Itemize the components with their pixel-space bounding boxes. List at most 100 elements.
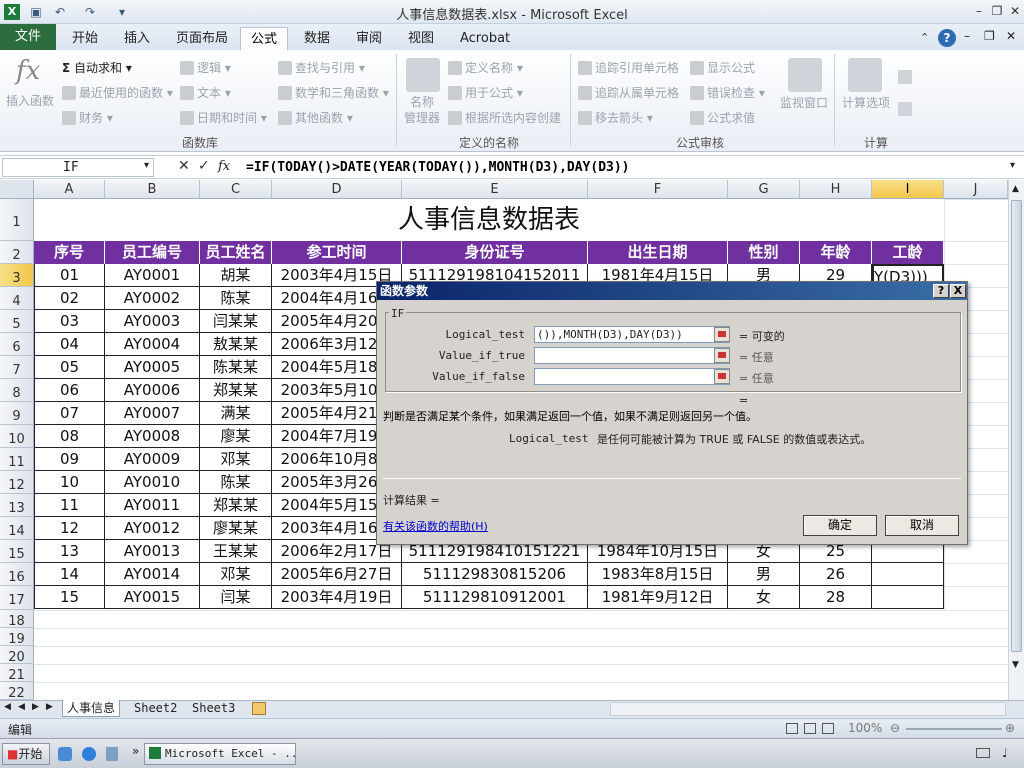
table-cell[interactable]: 郑某某	[200, 494, 272, 517]
table-cell[interactable]: 郑某某	[200, 379, 272, 402]
function-help-link[interactable]: 有关该函数的帮助(H)	[383, 518, 488, 534]
row-header[interactable]: 16	[0, 563, 34, 586]
tray-volume-icon[interactable]: ♩	[1002, 746, 1008, 760]
row-header[interactable]: 8	[0, 379, 34, 402]
table-cell[interactable]: AY0006	[105, 379, 200, 402]
table-cell[interactable]: AY0015	[105, 586, 200, 609]
sheet-tab-sheet2[interactable]: Sheet2	[130, 700, 181, 717]
text-button[interactable]: 文本 ▾	[180, 84, 231, 101]
table-cell[interactable]: 09	[34, 448, 105, 471]
table-cell[interactable]: 511129810912001	[402, 586, 588, 609]
row-header[interactable]: 18	[0, 610, 34, 629]
table-cell[interactable]: AY0013	[105, 540, 200, 563]
table-cell[interactable]: AY0009	[105, 448, 200, 471]
column-header[interactable]: F	[588, 180, 728, 199]
cancel-formula-icon[interactable]: ✕	[178, 158, 190, 174]
table-cell[interactable]: 2003年4月19日	[272, 586, 402, 609]
column-header[interactable]: D	[272, 180, 402, 199]
table-cell[interactable]: 闫某某	[200, 310, 272, 333]
table-cell[interactable]: AY0010	[105, 471, 200, 494]
name-box-dropdown-icon[interactable]: ▾	[144, 160, 149, 171]
row-header[interactable]: 6	[0, 333, 34, 356]
table-header-cell[interactable]: 员工姓名	[200, 241, 272, 264]
table-cell[interactable]: 15	[34, 586, 105, 609]
table-cell[interactable]: 女	[728, 586, 800, 609]
table-header-cell[interactable]: 工龄	[872, 241, 944, 264]
collapse-dialog-icon[interactable]	[714, 369, 730, 384]
fx-icon[interactable]: fx	[218, 159, 230, 174]
page-layout-view-icon[interactable]	[804, 723, 816, 734]
help-icon[interactable]: ?	[938, 29, 956, 47]
table-header-cell[interactable]: 员工编号	[105, 241, 200, 264]
table-cell[interactable]: 闫某	[200, 586, 272, 609]
tab-insert[interactable]: 插入	[114, 27, 160, 50]
column-header[interactable]: C	[200, 180, 272, 199]
table-cell[interactable]: AY0011	[105, 494, 200, 517]
table-cell[interactable]: 511129830815206	[402, 563, 588, 586]
insert-function-icon[interactable]: fx	[16, 56, 40, 86]
zoom-slider[interactable]	[906, 728, 1002, 730]
cancel-button[interactable]: 取消	[885, 515, 959, 536]
define-name-button[interactable]: 定义名称 ▾	[448, 59, 523, 76]
name-box[interactable]: IF	[2, 158, 154, 177]
insert-function-button[interactable]: 插入函数	[6, 92, 54, 109]
zoom-out-icon[interactable]: ⊖	[890, 721, 900, 735]
horizontal-scrollbar[interactable]	[610, 702, 1006, 716]
table-header-cell[interactable]: 身份证号	[402, 241, 588, 264]
collapse-dialog-icon[interactable]	[714, 348, 730, 363]
table-cell[interactable]: 满某	[200, 402, 272, 425]
formula-input[interactable]: =IF(TODAY()>DATE(YEAR(TODAY()),MONTH(D3)…	[246, 158, 1006, 178]
zoom-level[interactable]: 100%	[848, 721, 882, 735]
autosum-button[interactable]: Σ 自动求和 ▾	[62, 59, 132, 76]
row-header[interactable]: 15	[0, 540, 34, 563]
sheet-tab-personnel[interactable]: 人事信息	[62, 700, 121, 717]
row-header[interactable]: 7	[0, 356, 34, 379]
row-header[interactable]: 14	[0, 517, 34, 540]
table-header-cell[interactable]: 序号	[34, 241, 105, 264]
row-header[interactable]: 4	[0, 287, 34, 310]
row-header[interactable]: 13	[0, 494, 34, 517]
table-cell[interactable]: AY0012	[105, 517, 200, 540]
dialog-close-button[interactable]: X	[950, 284, 966, 298]
table-header-cell[interactable]: 性别	[728, 241, 800, 264]
column-header[interactable]: J	[944, 180, 1008, 199]
table-cell[interactable]: 26	[800, 563, 872, 586]
start-button[interactable]: ■开始	[2, 743, 50, 765]
table-cell[interactable]: 08	[34, 425, 105, 448]
tab-file[interactable]: 文件	[0, 24, 56, 50]
dialog-help-button[interactable]: ?	[933, 284, 949, 298]
table-cell[interactable]: AY0003	[105, 310, 200, 333]
tab-formulas[interactable]: 公式	[240, 27, 289, 50]
table-cell[interactable]: AY0001	[105, 264, 200, 287]
tab-acrobat[interactable]: Acrobat	[450, 27, 520, 50]
table-cell[interactable]: 2005年6月27日	[272, 563, 402, 586]
table-cell[interactable]: 04	[34, 333, 105, 356]
tab-review[interactable]: 审阅	[346, 27, 392, 50]
table-cell[interactable]	[872, 563, 944, 586]
table-cell[interactable]: 廖某	[200, 425, 272, 448]
tray-keyboard-icon[interactable]	[976, 748, 990, 758]
column-header[interactable]: I	[872, 180, 944, 199]
scroll-thumb[interactable]	[1011, 200, 1022, 652]
customize-qat-icon[interactable]: ▾	[114, 4, 130, 20]
row-header[interactable]: 9	[0, 402, 34, 425]
row-header[interactable]: 1	[0, 199, 34, 241]
scroll-down-icon[interactable]: ▼	[1012, 660, 1019, 670]
logical-button[interactable]: 逻辑 ▾	[180, 59, 231, 76]
math-button[interactable]: 数学和三角函数 ▾	[278, 84, 389, 101]
create-from-selection-button[interactable]: 根据所选内容创建	[448, 109, 561, 126]
row-header[interactable]: 12	[0, 471, 34, 494]
calc-now-icon[interactable]	[898, 70, 912, 84]
table-cell[interactable]: 05	[34, 356, 105, 379]
row-header[interactable]: 21	[0, 664, 34, 683]
table-cell[interactable]: 陈某	[200, 471, 272, 494]
table-cell[interactable]: 12	[34, 517, 105, 540]
financial-button[interactable]: 财务 ▾	[62, 109, 113, 126]
undo-icon[interactable]: ↶	[52, 4, 68, 20]
watch-window-button[interactable]: 监视窗口	[780, 94, 828, 111]
table-cell[interactable]: 28	[800, 586, 872, 609]
use-in-formula-button[interactable]: 用于公式 ▾	[448, 84, 523, 101]
wb-close-icon[interactable]: ✕	[1006, 29, 1016, 43]
table-cell[interactable]: 1983年8月15日	[588, 563, 728, 586]
vertical-scrollbar[interactable]: ▲ ▼	[1008, 180, 1024, 700]
